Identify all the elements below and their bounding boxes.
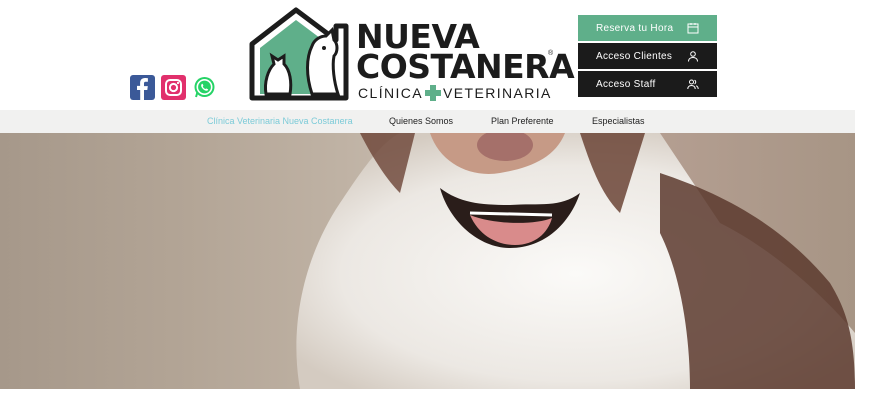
calendar-icon — [687, 22, 699, 34]
staff-access-label: Acceso Staff — [596, 78, 656, 90]
registered-mark: ® — [548, 50, 554, 57]
facebook-icon[interactable] — [130, 75, 155, 100]
nav-item-home[interactable]: Clínica Veterinaria Nueva Costanera — [207, 116, 353, 126]
staff-access-button[interactable]: Acceso Staff — [578, 71, 717, 97]
house-pets-logo-icon — [249, 7, 349, 101]
social-links — [130, 75, 217, 100]
nav-item-preferred-plan[interactable]: Plan Preferente — [491, 116, 554, 126]
main-nav: Clínica Veterinaria Nueva Costanera Quie… — [0, 110, 855, 133]
user-icon — [687, 50, 699, 62]
logo-subtitle: CLÍNICA VETERINARIA — [358, 85, 552, 101]
reserve-label: Reserva tu Hora — [596, 22, 674, 34]
instagram-icon[interactable] — [161, 75, 186, 100]
users-icon — [687, 78, 699, 90]
client-access-button[interactable]: Acceso Clientes — [578, 43, 717, 69]
action-buttons: Reserva tu Hora Acceso Clientes Acceso S… — [578, 15, 717, 99]
logo-subtitle-right: VETERINARIA — [443, 85, 552, 101]
logo-name-line2: COSTANERA — [356, 47, 575, 86]
nav-item-about[interactable]: Quienes Somos — [389, 116, 453, 126]
medical-cross-icon — [425, 85, 442, 101]
hero-dog-image — [0, 133, 855, 389]
whatsapp-icon[interactable] — [192, 75, 217, 100]
nav-item-specialists[interactable]: Especialistas — [592, 116, 645, 126]
logo-subtitle-left: CLÍNICA — [358, 85, 424, 101]
page: NUEVA COSTANERA ® CLÍNICA VETERINARIA Re… — [0, 0, 875, 409]
dog-illustration — [296, 133, 855, 389]
client-access-label: Acceso Clientes — [596, 50, 673, 62]
reserve-appointment-button[interactable]: Reserva tu Hora — [578, 15, 717, 41]
header: NUEVA COSTANERA ® CLÍNICA VETERINARIA Re… — [0, 0, 855, 110]
clinic-logo[interactable]: NUEVA COSTANERA ® CLÍNICA VETERINARIA — [246, 6, 575, 102]
